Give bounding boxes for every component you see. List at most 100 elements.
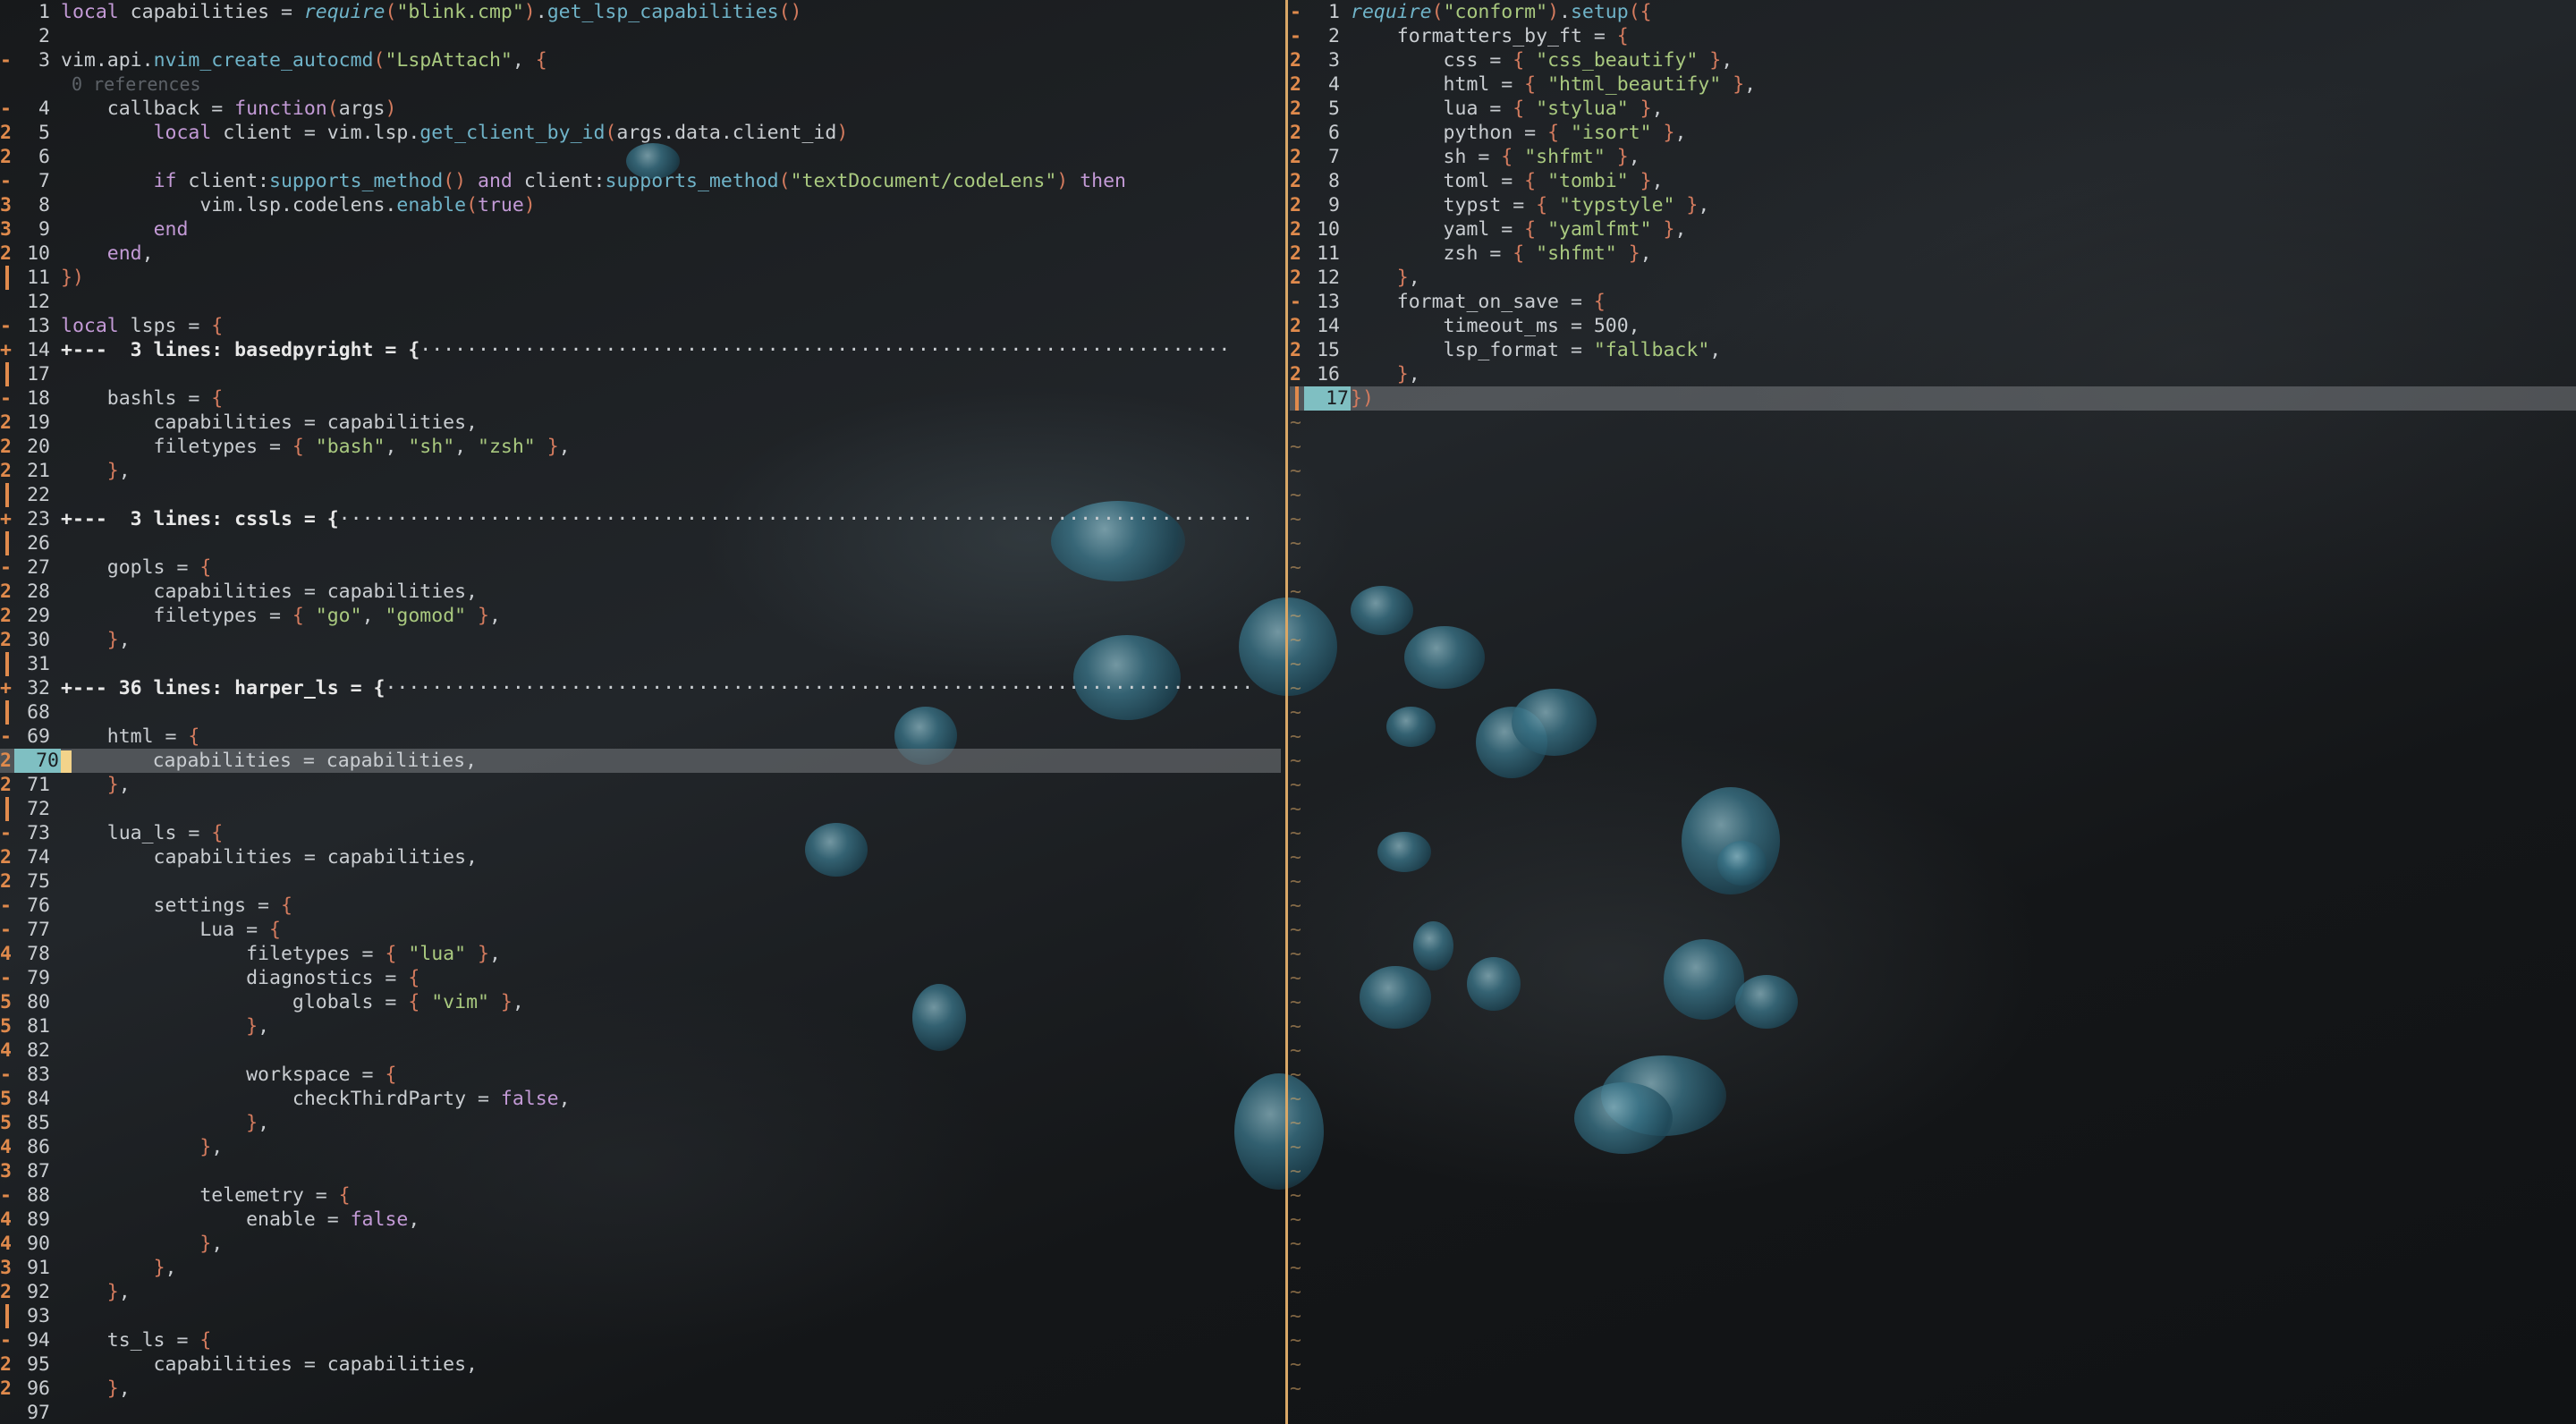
code-line[interactable]: 2 10 end, xyxy=(0,242,1281,266)
code-text[interactable]: workspace = { xyxy=(61,1063,396,1087)
code-line[interactable]: 97 xyxy=(0,1401,1281,1424)
code-line[interactable]: 72 xyxy=(0,797,1281,821)
code-line[interactable]: 1 local capabilities = require("blink.cmp… xyxy=(0,0,1281,24)
code-text[interactable]: }, xyxy=(61,1135,223,1159)
code-line[interactable]: -7 if client:supports_method() and clien… xyxy=(0,169,1281,193)
code-line[interactable]: 11}) xyxy=(0,266,1281,290)
code-line[interactable]: 22 xyxy=(0,483,1281,507)
code-line[interactable]: 26 python = { "isort" }, xyxy=(1290,121,2576,145)
code-text[interactable]: }, xyxy=(61,773,131,797)
code-line[interactable]: 4 86 }, xyxy=(0,1135,1281,1159)
code-text[interactable]: +--- 3 lines: basedpyright = {··········… xyxy=(61,338,1230,362)
code-text[interactable]: filetypes = { "bash", "sh", "zsh" }, xyxy=(61,435,571,459)
code-text[interactable]: capabilities = capabilities, xyxy=(61,1352,478,1377)
code-line[interactable]: 2 92 }, xyxy=(0,1280,1281,1304)
cursor-line[interactable]: 17}) xyxy=(1290,386,2576,411)
code-line[interactable]: 31 xyxy=(0,652,1281,676)
code-text[interactable]: }, xyxy=(61,628,131,652)
code-line[interactable]: -2 formatters_by_ft = { xyxy=(1290,24,2576,48)
code-line[interactable]: 2 14 timeout_ms = 500, xyxy=(1290,314,2576,338)
code-text[interactable]: +--- 3 lines: cssls = {·················… xyxy=(61,507,1253,531)
code-line[interactable]: 2 xyxy=(0,24,1281,48)
code-text[interactable]: if client:supports_method() and client:s… xyxy=(61,169,1126,193)
code-line[interactable]: +14 +--- 3 lines: basedpyright = {·······… xyxy=(0,338,1281,362)
code-text[interactable]: html = { xyxy=(61,725,200,749)
code-line[interactable]: 4 89 enable = false, xyxy=(0,1208,1281,1232)
code-line[interactable]: 38 vim.lsp.codelens.enable(true) xyxy=(0,193,1281,217)
code-line[interactable]: -27 gopls = { xyxy=(0,555,1281,580)
code-text[interactable]: end, xyxy=(61,242,154,266)
code-line[interactable]: 2 74 capabilities = capabilities, xyxy=(0,845,1281,869)
code-line[interactable]: -69 html = { xyxy=(0,725,1281,749)
code-line[interactable]: 2 75 xyxy=(0,869,1281,894)
code-line[interactable]: -83 workspace = { xyxy=(0,1063,1281,1087)
code-text[interactable]: }) xyxy=(61,266,84,290)
code-text[interactable]: sh = { "shfmt" }, xyxy=(1351,145,1640,169)
code-line[interactable]: -1 require("conform").setup({ xyxy=(1290,0,2576,24)
code-line[interactable]: +32 +--- 36 lines: harper_ls = {·········… xyxy=(0,676,1281,700)
code-line[interactable]: 68 xyxy=(0,700,1281,725)
code-text[interactable]: }, xyxy=(61,1232,223,1256)
code-line[interactable]: -77 Lua = { xyxy=(0,918,1281,942)
code-line[interactable]: 93 xyxy=(0,1304,1281,1328)
code-line[interactable]: 25 lua = { "stylua" }, xyxy=(1290,97,2576,121)
cursor-line[interactable]: 2 70 capabilities = capabilities, xyxy=(0,749,1281,773)
code-line[interactable]: 27 sh = { "shfmt" }, xyxy=(1290,145,2576,169)
code-text[interactable]: toml = { "tombi" }, xyxy=(1351,169,1664,193)
code-text[interactable]: }, xyxy=(61,1377,131,1401)
code-line[interactable]: 26 xyxy=(0,145,1281,169)
code-text[interactable]: capabilities = capabilities, xyxy=(61,845,478,869)
code-text[interactable]: }, xyxy=(61,1280,131,1304)
code-text[interactable]: enable = false, xyxy=(61,1208,419,1232)
code-text[interactable]: globals = { "vim" }, xyxy=(61,990,524,1014)
code-line[interactable]: 4 78 filetypes = { "lua" }, xyxy=(0,942,1281,966)
code-text[interactable]: lua_ls = { xyxy=(61,821,223,845)
code-line[interactable]: 2 15 lsp_format = "fallback", xyxy=(1290,338,2576,362)
code-line[interactable]: -3 vim.api.nvim_create_autocmd("LspAttach… xyxy=(0,48,1281,72)
code-text[interactable]: formatters_by_ft = { xyxy=(1351,24,1629,48)
code-text[interactable]: diagnostics = { xyxy=(61,966,419,990)
code-line[interactable]: 4 82 xyxy=(0,1038,1281,1063)
code-text[interactable]: capabilities = capabilities, xyxy=(61,580,478,604)
code-text[interactable]: capabilities = capabilities, xyxy=(61,749,477,773)
code-text[interactable]: }, xyxy=(1351,266,1420,290)
code-line[interactable]: 25 local client = vim.lsp.get_client_by_… xyxy=(0,121,1281,145)
code-line[interactable]: 2 16 }, xyxy=(1290,362,2576,386)
code-text[interactable]: settings = { xyxy=(61,894,292,918)
code-text[interactable]: vim.api.nvim_create_autocmd("LspAttach",… xyxy=(61,48,547,72)
code-text[interactable]: lua = { "stylua" }, xyxy=(1351,97,1664,121)
code-line[interactable]: 2 29 filetypes = { "go", "gomod" }, xyxy=(0,604,1281,628)
code-text[interactable]: +--- 36 lines: harper_ls = {············… xyxy=(61,676,1253,700)
code-line[interactable]: -4 callback = function(args) xyxy=(0,97,1281,121)
code-text[interactable]: timeout_ms = 500, xyxy=(1351,314,1640,338)
code-line[interactable]: 29 typst = { "typstyle" }, xyxy=(1290,193,2576,217)
code-text[interactable]: filetypes = { "lua" }, xyxy=(61,942,501,966)
code-line[interactable]: -94 ts_ls = { xyxy=(0,1328,1281,1352)
code-line[interactable]: 3 87 xyxy=(0,1159,1281,1183)
code-line[interactable]: 12 xyxy=(0,290,1281,314)
code-text[interactable]: }, xyxy=(1351,362,1420,386)
code-line[interactable]: 5 84 checkThirdParty = false, xyxy=(0,1087,1281,1111)
code-text[interactable]: checkThirdParty = false, xyxy=(61,1087,571,1111)
code-text[interactable]: python = { "isort" }, xyxy=(1351,121,1687,145)
code-line[interactable]: 5 80 globals = { "vim" }, xyxy=(0,990,1281,1014)
vertical-split-separator[interactable] xyxy=(1285,0,1288,1424)
code-line[interactable]: 2 30 }, xyxy=(0,628,1281,652)
code-line[interactable]: 39 end xyxy=(0,217,1281,242)
code-text[interactable]: zsh = { "shfmt" }, xyxy=(1351,242,1652,266)
code-text[interactable]: ts_ls = { xyxy=(61,1328,212,1352)
code-text[interactable]: Lua = { xyxy=(61,918,281,942)
code-line[interactable]: 2 21 }, xyxy=(0,459,1281,483)
code-text[interactable]: require("conform").setup({ xyxy=(1351,0,1652,24)
code-text[interactable]: }, xyxy=(61,1256,177,1280)
code-text[interactable]: local lsps = { xyxy=(61,314,223,338)
code-line[interactable]: 0 references xyxy=(0,72,1281,97)
code-line[interactable]: 5 85 }, xyxy=(0,1111,1281,1135)
code-line[interactable]: 24 html = { "html_beautify" }, xyxy=(1290,72,2576,97)
code-line[interactable]: -13 local lsps = { xyxy=(0,314,1281,338)
code-line[interactable]: 2 10 yaml = { "yamlfmt" }, xyxy=(1290,217,2576,242)
code-text[interactable]: html = { "html_beautify" }, xyxy=(1351,72,1757,97)
code-line[interactable]: 2 28 capabilities = capabilities, xyxy=(0,580,1281,604)
code-line[interactable]: +23 +--- 3 lines: cssls = {··············… xyxy=(0,507,1281,531)
code-text[interactable]: css = { "css_beautify" }, xyxy=(1351,48,1733,72)
